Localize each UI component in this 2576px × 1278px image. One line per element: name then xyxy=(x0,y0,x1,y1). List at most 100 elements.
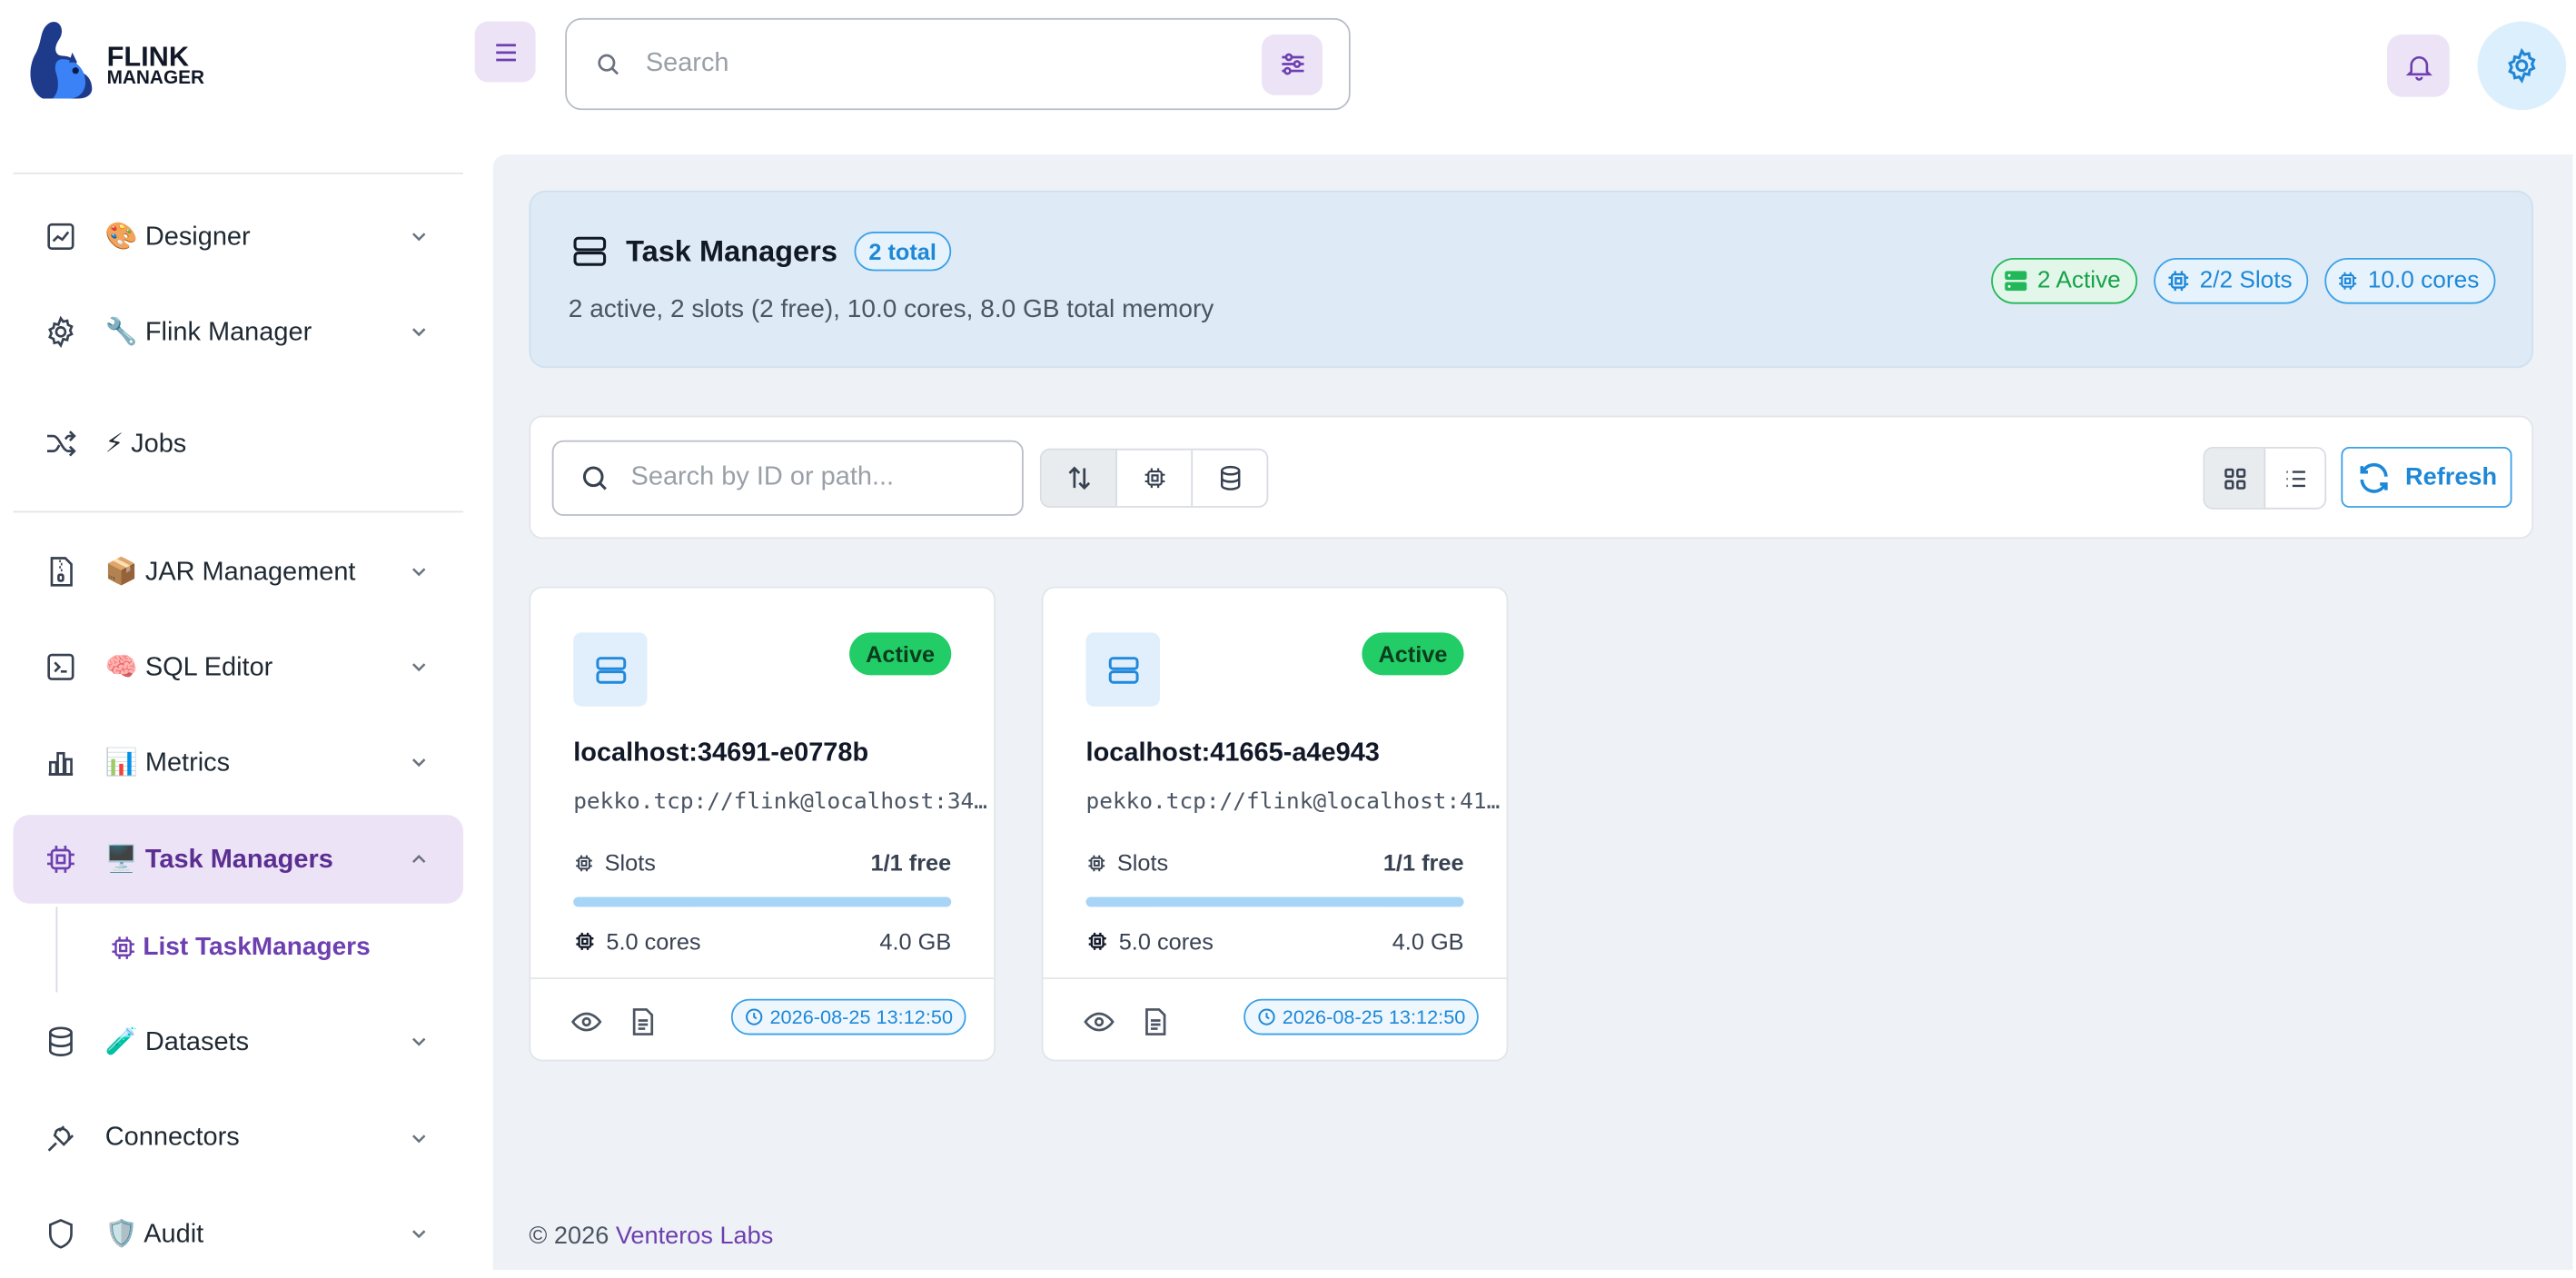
list-view-button[interactable] xyxy=(2265,449,2324,508)
server-icon xyxy=(1085,632,1160,707)
chevron-down-icon xyxy=(411,663,426,672)
cores-value: 5.0 cores xyxy=(1118,927,1214,955)
document-icon[interactable] xyxy=(1138,1006,1171,1038)
sidebar-item-label: 🧪 Datasets xyxy=(104,1028,250,1056)
sort-by-cpu-button[interactable] xyxy=(1117,450,1194,507)
search-filter-button[interactable] xyxy=(1262,34,1323,95)
cpu-icon xyxy=(1088,932,1106,950)
sidebar-item-flink-manager[interactable]: 🔧 Flink Manager xyxy=(13,288,463,377)
slots-progress-bar xyxy=(573,897,952,907)
copyright-text: © 2026 xyxy=(529,1222,609,1251)
task-manager-card[interactable]: Active localhost:34691-e0778b pekko.tcp:… xyxy=(529,586,997,1062)
page-title: Task Managers xyxy=(626,233,837,267)
eye-icon[interactable] xyxy=(1083,1006,1115,1038)
sidebar-item-label: 🎨 Designer xyxy=(104,223,251,252)
sidebar-item-connectors[interactable]: Connectors xyxy=(13,1095,463,1184)
task-manager-search-input[interactable] xyxy=(627,461,996,495)
card-divider xyxy=(1043,977,1507,979)
sidebar-item-task-managers[interactable]: 🖥️ Task Managers xyxy=(13,815,464,904)
clock-icon xyxy=(745,1008,762,1025)
sort-toggle-button[interactable] xyxy=(1041,450,1117,507)
total-count-badge: 2 total xyxy=(854,232,952,272)
sidebar-item-label: 🧠 SQL Editor xyxy=(104,653,273,682)
task-managers-summary: Task Managers 2 total 2 active, 2 slots … xyxy=(529,190,2534,369)
settings-button[interactable] xyxy=(2477,21,2567,111)
sidebar-item-sql-editor[interactable]: 🧠 SQL Editor xyxy=(13,622,463,711)
file-archive-icon xyxy=(50,557,73,587)
sliders-icon xyxy=(1281,53,1303,75)
sidebar-item-designer[interactable]: 🎨 Designer xyxy=(13,193,463,282)
chevron-down-icon xyxy=(411,568,426,577)
document-icon[interactable] xyxy=(626,1006,659,1038)
view-mode-group xyxy=(2203,446,2327,510)
squirrel-logo-icon xyxy=(30,22,93,99)
sidebar-item-metrics[interactable]: 📊 Metrics xyxy=(13,718,463,807)
database-icon xyxy=(1220,465,1240,490)
slots-pill: 2/2 Slots xyxy=(2153,257,2309,304)
gear-icon xyxy=(2508,47,2536,84)
refresh-button[interactable]: Refresh xyxy=(2341,446,2512,508)
cpu-icon xyxy=(2339,272,2357,290)
server-icon xyxy=(2005,271,2027,292)
task-manager-path: pekko.tcp://flink@localhost:34.. xyxy=(573,788,997,816)
sidebar-item-audit[interactable]: 🛡️ Audit xyxy=(13,1189,463,1278)
task-manager-path: pekko.tcp://flink@localhost:41.. xyxy=(1085,788,1511,816)
logo-text-line2: MANAGER xyxy=(106,68,205,89)
slots-progress-fill xyxy=(573,897,952,907)
chevron-down-icon xyxy=(411,1134,426,1144)
cpu-icon xyxy=(47,846,74,873)
sort-by-memory-button[interactable] xyxy=(1193,451,1266,506)
sidebar-item-label: 🛡️ Audit xyxy=(104,1220,204,1249)
sidebar-item-label: Connectors xyxy=(104,1124,240,1152)
chevron-down-icon xyxy=(411,328,426,337)
shield-icon xyxy=(48,1218,73,1249)
chevron-up-icon xyxy=(411,854,426,864)
cpu-icon xyxy=(576,854,592,871)
grid-view-button[interactable] xyxy=(2204,448,2266,508)
search-input[interactable] xyxy=(642,47,1263,81)
cpu-icon xyxy=(112,936,134,959)
notifications-button[interactable] xyxy=(2387,34,2450,97)
list-icon xyxy=(2285,470,2305,487)
memory-value: 4.0 GB xyxy=(1392,927,1464,955)
sidebar-item-label: ⚡ Jobs xyxy=(104,430,187,459)
page-footer: © 2026 Venteros Labs xyxy=(529,1223,773,1251)
eye-icon[interactable] xyxy=(570,1006,603,1038)
timestamp-badge: 2026-08-25 13:12:50 xyxy=(1243,998,1479,1035)
task-manager-host: localhost:41665-a4e943 xyxy=(1085,738,1380,768)
task-manager-card[interactable]: Active localhost:41665-a4e943 pekko.tcp:… xyxy=(1041,586,1511,1062)
slots-value: 1/1 free xyxy=(870,849,952,877)
search-icon xyxy=(598,54,619,75)
slots-label: Slots xyxy=(1116,849,1169,877)
sidebar-item-label: 🖥️ Task Managers xyxy=(104,846,333,875)
footer-brand-link[interactable]: Venteros Labs xyxy=(616,1223,773,1251)
sidebar-subitem-list-taskmanagers[interactable]: List TaskManagers xyxy=(108,933,371,963)
menu-toggle-button[interactable] xyxy=(474,21,536,83)
cpu-icon xyxy=(2168,271,2188,292)
server-icon xyxy=(573,632,648,707)
sidebar-divider-middle xyxy=(13,510,464,513)
sidebar-subitem-label: List TaskManagers xyxy=(143,933,371,962)
server-icon xyxy=(573,236,607,266)
status-badge: Active xyxy=(1362,632,1464,676)
sidebar-divider-top xyxy=(13,172,464,174)
resources-row: 5.0 cores 4.0 GB xyxy=(573,928,951,955)
cpu-icon xyxy=(1088,854,1105,871)
sidebar-item-datasets[interactable]: 🧪 Datasets xyxy=(13,997,463,1086)
chevron-down-icon xyxy=(411,1037,426,1046)
bell-icon xyxy=(2404,55,2432,80)
sidebar-item-jobs[interactable]: ⚡ Jobs xyxy=(13,400,463,489)
sidebar-item-jar-management[interactable]: 📦 JAR Management xyxy=(13,528,463,617)
shuffle-icon xyxy=(47,431,76,457)
hamburger-icon xyxy=(495,43,516,61)
task-manager-search xyxy=(551,440,1024,516)
chevron-down-icon xyxy=(411,1230,426,1239)
sidebar-item-label: 🔧 Flink Manager xyxy=(104,318,312,347)
bar-chart-icon xyxy=(48,751,74,776)
memory-value: 4.0 GB xyxy=(879,927,952,955)
slots-progress-bar xyxy=(1085,897,1464,907)
card-divider xyxy=(530,977,995,979)
summary-subtitle: 2 active, 2 slots (2 free), 10.0 cores, … xyxy=(568,295,1214,324)
gear-icon xyxy=(48,315,74,349)
app-logo[interactable]: FLINK MANAGER xyxy=(26,20,223,105)
